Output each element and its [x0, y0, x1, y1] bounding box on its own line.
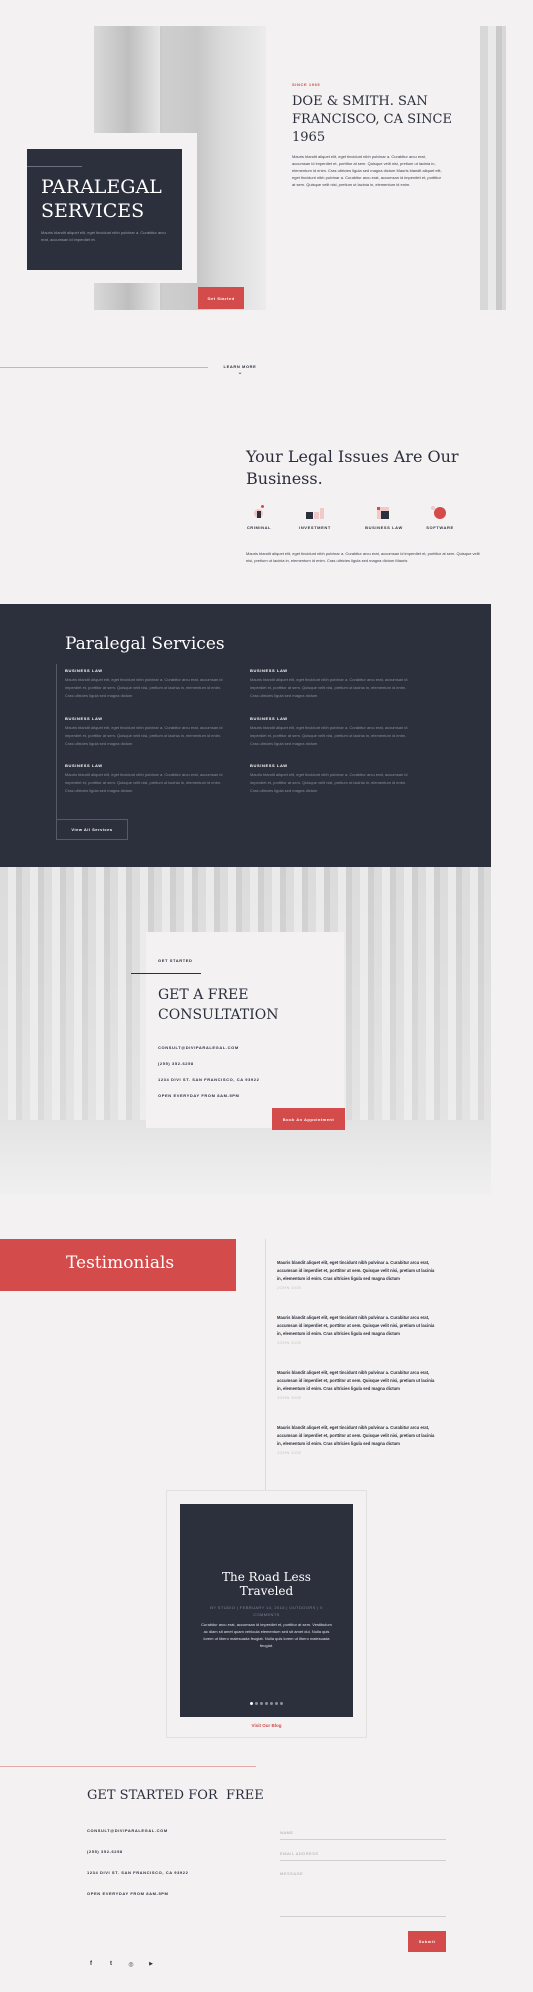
hero-since-label: SINCE 1965 — [292, 82, 321, 87]
practice-area-label: SOFTWARE — [426, 525, 454, 530]
service-item: BUSINESS LAW Mauris blandit aliquet elit… — [250, 668, 415, 700]
service-title: BUSINESS LAW — [250, 668, 288, 673]
testimonial-author: JOHN DOE — [277, 1395, 302, 1400]
service-item: BUSINESS LAW Mauris blandit aliquet elit… — [65, 716, 230, 748]
columns-photo-base — [0, 1120, 491, 1195]
testimonial-text: Mauris blandit aliquet elit, eget tincid… — [277, 1260, 435, 1281]
book-appointment-button[interactable]: Book An Appointment — [272, 1108, 345, 1130]
learn-more-link[interactable]: LEARN MORE ⌄ — [218, 364, 262, 377]
investment-icon — [304, 505, 326, 521]
business-law-icon — [374, 505, 394, 521]
service-item: BUSINESS LAW Mauris blandit aliquet elit… — [250, 716, 415, 748]
consultation-heading: GET A FREE CONSULTATION — [158, 987, 279, 1023]
service-item: BUSINESS LAW Mauris blandit aliquet elit… — [65, 763, 230, 795]
service-title: BUSINESS LAW — [65, 763, 103, 768]
consultation-phone: (255) 352-6258 — [158, 1061, 194, 1066]
legal-text: Mauris blandit aliquet elit, eget tincid… — [246, 551, 480, 563]
testimonial-item: Mauris blandit aliquet elit, eget tincid… — [277, 1259, 435, 1290]
footer-hours: OPEN EVERYDAY FROM 8AM-5PM — [87, 1891, 169, 1896]
software-icon — [430, 505, 450, 521]
blog-slide[interactable]: The Road Less Traveled BY STUDIO | FEBRU… — [180, 1504, 353, 1717]
testimonial-author: JOHN DOE — [277, 1450, 302, 1455]
consultation-line — [131, 973, 201, 974]
service-title: BUSINESS LAW — [250, 763, 288, 768]
testimonial-item: Mauris blandit aliquet elit, eget tincid… — [277, 1424, 435, 1455]
service-text: Mauris blandit aliquet elit, eget tincid… — [250, 677, 408, 698]
chevron-down-icon: ⌄ — [237, 370, 243, 376]
message-field[interactable]: MESSAGE — [280, 1871, 446, 1917]
slider-dot[interactable] — [280, 1702, 283, 1705]
practice-area-label: INVESTMENT — [299, 525, 331, 530]
practice-area-software[interactable]: SOFTWARE — [424, 505, 456, 530]
submit-button[interactable]: Submit — [408, 1931, 446, 1952]
testimonial-text: Mauris blandit aliquet elit, eget tincid… — [277, 1425, 435, 1446]
practice-area-label: BUSINESS LAW — [365, 525, 403, 530]
footer-heading: GET STARTED FOR FREE — [87, 1788, 264, 1803]
social-links: f t ◎ ▶ — [87, 1961, 155, 1968]
service-text: Mauris blandit aliquet elit, eget tincid… — [65, 725, 223, 746]
testimonial-author: JOHN DOE — [277, 1285, 302, 1290]
get-started-button[interactable]: Get Started — [198, 287, 244, 309]
slider-dot[interactable] — [250, 1702, 253, 1705]
name-field[interactable]: NAME — [280, 1830, 446, 1840]
youtube-icon[interactable]: ▶ — [147, 1961, 155, 1968]
testimonial-item: Mauris blandit aliquet elit, eget tincid… — [277, 1369, 435, 1400]
facebook-icon[interactable]: f — [87, 1961, 95, 1968]
services-heading: Paralegal Services — [65, 634, 225, 654]
footer-email: CONSULT@DIVIPARALEGAL.COM — [87, 1828, 168, 1833]
visit-blog-link[interactable]: Visit Our Blog — [166, 1723, 367, 1728]
testimonials-divider — [265, 1239, 266, 1495]
hero-card: PARALEGAL SERVICES Mauris blandit alique… — [27, 149, 182, 270]
slider-dot[interactable] — [270, 1702, 273, 1705]
slider-dot[interactable] — [260, 1702, 263, 1705]
slider-dots — [180, 1702, 353, 1705]
email-field[interactable]: EMAIL ADDRESS — [280, 1851, 446, 1861]
blog-excerpt: Curabitur arcu erat, accumsan id imperdi… — [201, 1622, 332, 1648]
consultation-label: GET STARTED — [158, 958, 193, 963]
legal-heading: Your Legal Issues Are Our Business. — [246, 447, 459, 488]
testimonials-heading: Testimonials — [66, 1253, 175, 1273]
hero-side-photo — [480, 26, 506, 310]
service-title: BUSINESS LAW — [65, 716, 103, 721]
consultation-email: CONSULT@DIVIPARALEGAL.COM — [158, 1045, 239, 1050]
footer-phone: (255) 352-6258 — [87, 1849, 123, 1854]
consultation-address: 1234 DIVI ST. SAN FRANCISCO, CA 93922 — [158, 1077, 260, 1082]
service-text: Mauris blandit aliquet elit, eget tincid… — [65, 772, 223, 793]
slider-dot[interactable] — [275, 1702, 278, 1705]
hero-divider — [0, 367, 208, 368]
practice-area-criminal[interactable]: CRIMINAL — [244, 505, 274, 530]
testimonial-text: Mauris blandit aliquet elit, eget tincid… — [277, 1370, 435, 1391]
twitter-icon[interactable]: t — [107, 1961, 115, 1968]
blog-meta: BY STUDIO | FEBRUARY 14, 2018 | OUTDOORS… — [210, 1605, 323, 1617]
service-text: Mauris blandit aliquet elit, eget tincid… — [250, 725, 408, 746]
testimonial-item: Mauris blandit aliquet elit, eget tincid… — [277, 1314, 435, 1345]
criminal-icon — [249, 505, 269, 521]
service-title: BUSINESS LAW — [250, 716, 288, 721]
service-text: Mauris blandit aliquet elit, eget tincid… — [250, 772, 408, 793]
practice-area-label: CRIMINAL — [246, 525, 272, 530]
services-frame-line — [56, 664, 57, 840]
footer-divider — [0, 1766, 256, 1767]
hero-card-line — [27, 166, 82, 167]
instagram-icon[interactable]: ◎ — [127, 1961, 135, 1968]
service-item: BUSINESS LAW Mauris blandit aliquet elit… — [65, 668, 230, 700]
hero-body: Mauris blandit aliquet elit, eget tincid… — [292, 154, 442, 187]
service-text: Mauris blandit aliquet elit, eget tincid… — [65, 677, 223, 698]
service-title: BUSINESS LAW — [65, 668, 103, 673]
blog-title[interactable]: The Road Less Traveled — [194, 1570, 339, 1598]
testimonial-author: JOHN DOE — [277, 1340, 302, 1345]
hero-card-text: Mauris blandit aliquet elit, eget tincid… — [41, 230, 166, 242]
consultation-hours: OPEN EVERYDAY FROM 8AM-5PM — [158, 1093, 240, 1098]
practice-area-business-law[interactable]: BUSINESS LAW — [364, 505, 404, 530]
footer-address: 1234 DIVI ST. SAN FRANCISCO, CA 93922 — [87, 1870, 189, 1875]
service-item: BUSINESS LAW Mauris blandit aliquet elit… — [250, 763, 415, 795]
slider-dot[interactable] — [265, 1702, 268, 1705]
slider-dot[interactable] — [255, 1702, 258, 1705]
hero-title: PARALEGAL SERVICES — [41, 176, 162, 222]
practice-area-investment[interactable]: INVESTMENT — [298, 505, 332, 530]
hero-heading: DOE & SMITH. SAN FRANCISCO, CA SINCE 196… — [292, 94, 452, 145]
testimonial-text: Mauris blandit aliquet elit, eget tincid… — [277, 1315, 435, 1336]
view-all-services-button[interactable]: View All Services — [56, 819, 128, 840]
